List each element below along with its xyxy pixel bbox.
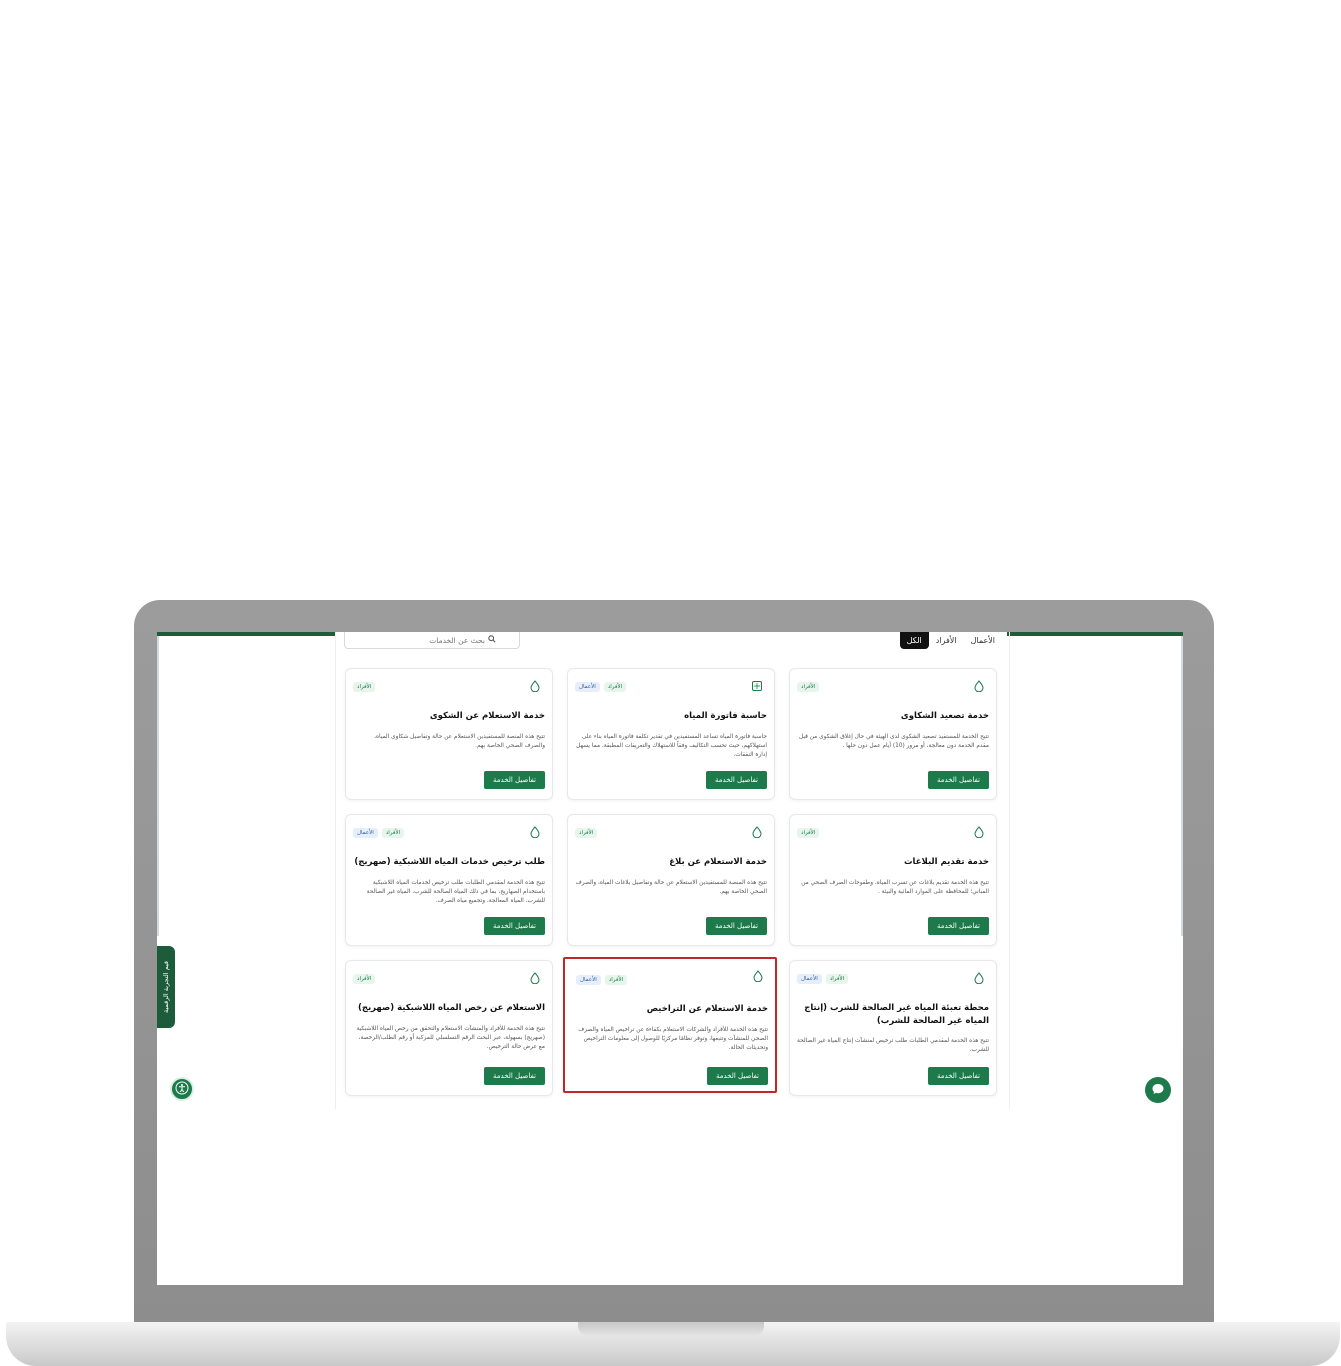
tag-business: الأعمال [575, 682, 600, 692]
tag-individuals: الأفراد [825, 974, 849, 984]
calculator-icon [751, 680, 763, 692]
card-description: تتيح هذه المنصة للمستفيدين الاستعلام عن … [374, 734, 545, 749]
chat-button[interactable] [1145, 1077, 1171, 1103]
card-title: طلب ترخيص خدمات المياه اللاشبكية (صهريج) [354, 857, 545, 867]
digital-experience-feedback-tab[interactable]: قيم التجربة الرقمية [157, 946, 175, 1028]
filter-tabs: الكل الأفراد الأعمال [899, 632, 1002, 649]
tag-business: الأعمال [576, 975, 601, 985]
card-tags: الأعمال الأفراد [576, 975, 628, 985]
header-accent-right [1007, 632, 1183, 636]
services-section: الكل الأفراد الأعمال الأفراد خدمة تصعيد … [335, 632, 1010, 1109]
card-title: خدمة تصعيد الشكاوى [900, 711, 989, 721]
card-tags: الأعمال الأفراد [353, 828, 405, 838]
tab-all[interactable]: الكل [899, 632, 929, 649]
service-details-button[interactable]: تفاصيل الخدمة [928, 1067, 989, 1085]
service-details-button[interactable]: تفاصيل الخدمة [484, 917, 545, 935]
card-description: تتيح هذه الخدمة للأفراد والمنشآت الاستعل… [356, 1026, 545, 1050]
water-drop-icon [529, 680, 541, 693]
service-card-license-inquiry: الأعمال الأفراد خدمة الاستعلام عن التراخ… [563, 957, 777, 1093]
screen-edge-left [157, 636, 159, 936]
service-details-button[interactable]: تفاصيل الخدمة [484, 1067, 545, 1085]
tag-individuals: الأفراد [353, 974, 376, 984]
search-icon [488, 635, 496, 645]
water-drop-icon [529, 972, 541, 985]
tag-individuals: الأفراد [603, 682, 627, 692]
water-drop-icon [973, 826, 985, 839]
card-tags: الأفراد [797, 828, 820, 838]
service-details-button[interactable]: تفاصيل الخدمة [706, 771, 767, 789]
service-card-report-submission: الأفراد خدمة تقديم البلاغات تتيح هذه الخ… [789, 814, 997, 946]
water-drop-icon [529, 826, 541, 839]
card-description: تتيح هذه الخدمة لمقدمي الطلبات طلب ترخيص… [797, 1038, 989, 1053]
card-title: خدمة الاستعلام عن بلاغ [669, 857, 767, 867]
service-details-button[interactable]: تفاصيل الخدمة [928, 771, 989, 789]
service-details-button[interactable]: تفاصيل الخدمة [707, 1067, 768, 1085]
card-tags: الأعمال الأفراد [797, 974, 849, 984]
card-title: حاسبة فاتورة المياه [684, 711, 767, 721]
service-card-tanker-license-inquiry: الأفراد الاستعلام عن رخص المياه اللاشبكي… [345, 960, 553, 1096]
card-title: خدمة تقديم البلاغات [903, 857, 989, 867]
water-drop-icon [752, 970, 764, 983]
card-description: تتيح الخدمة للمستفيد تصعيد الشكوى لدى ال… [798, 734, 989, 749]
accessibility-icon [175, 1080, 189, 1099]
service-card-complaint-escalation: الأفراد خدمة تصعيد الشكاوى تتيح الخدمة ل… [789, 668, 997, 800]
card-tags: الأفراد [797, 682, 820, 692]
tab-business[interactable]: الأعمال [963, 632, 1002, 649]
service-details-button[interactable]: تفاصيل الخدمة [484, 771, 545, 789]
tag-individuals: الأفراد [797, 682, 820, 692]
service-details-button[interactable]: تفاصيل الخدمة [706, 917, 767, 935]
tag-individuals: الأفراد [797, 828, 820, 838]
service-details-button[interactable]: تفاصيل الخدمة [928, 917, 989, 935]
tag-individuals: الأفراد [381, 828, 405, 838]
card-tags: الأفراد [353, 682, 376, 692]
water-drop-icon [973, 972, 985, 985]
card-description: تتيح هذه الخدمة لمقدمي الطلبات طلب ترخيص… [366, 880, 545, 904]
card-description: تتيح هذه الخدمة للأفراد والشركات الاستعل… [578, 1027, 768, 1051]
tab-individuals[interactable]: الأفراد [928, 632, 964, 649]
laptop-screen: الكل الأفراد الأعمال الأفراد خدمة تصعيد … [157, 632, 1183, 1285]
tag-individuals: الأفراد [575, 828, 598, 838]
card-tags: الأفراد [353, 974, 376, 984]
screen-edge-right [1181, 636, 1183, 936]
laptop-notch [578, 1322, 764, 1336]
service-card-complaint-inquiry: الأفراد خدمة الاستعلام عن الشكوى تتيح هذ… [345, 668, 553, 800]
card-title: الاستعلام عن رخص المياه اللاشبكية (صهريج… [357, 1003, 545, 1013]
water-drop-icon [751, 826, 763, 839]
accessibility-button[interactable] [170, 1077, 194, 1101]
service-card-report-inquiry: الأفراد خدمة الاستعلام عن بلاغ تتيح هذه … [567, 814, 775, 946]
card-tags: الأفراد [575, 828, 598, 838]
search-box [344, 632, 520, 649]
card-title: خدمة الاستعلام عن الشكوى [429, 711, 545, 721]
header-accent-left [157, 632, 335, 636]
tag-individuals: الأفراد [353, 682, 376, 692]
service-card-tanker-license-request: الأعمال الأفراد طلب ترخيص خدمات المياه ا… [345, 814, 553, 946]
card-tags: الأعمال الأفراد [575, 682, 627, 692]
card-description: حاسبة فاتورة المياه تساعد المستفيدين في … [576, 734, 767, 758]
water-drop-icon [973, 680, 985, 693]
chat-icon [1151, 1081, 1165, 1100]
tag-business: الأعمال [797, 974, 822, 984]
card-title: خدمة الاستعلام عن التراخيص [646, 1004, 768, 1014]
service-card-non-potable-station: الأعمال الأفراد محطة تعبئة المياه غير ال… [789, 960, 997, 1096]
search-input[interactable] [345, 635, 485, 645]
side-tab-label: قيم التجربة الرقمية [162, 960, 170, 1014]
card-title: محطة تعبئة المياه غير الصالحة للشرب (إنت… [804, 1003, 989, 1026]
card-description: تتيح هذه المنصة للمستفيدين الاستعلام عن … [575, 880, 767, 895]
service-card-bill-calculator: الأعمال الأفراد حاسبة فاتورة المياه حاسب… [567, 668, 775, 800]
tag-individuals: الأفراد [604, 975, 628, 985]
tag-business: الأعمال [353, 828, 378, 838]
card-description: تتيح هذه الخدمة تقديم بلاغات عن تسرب الم… [801, 880, 989, 895]
